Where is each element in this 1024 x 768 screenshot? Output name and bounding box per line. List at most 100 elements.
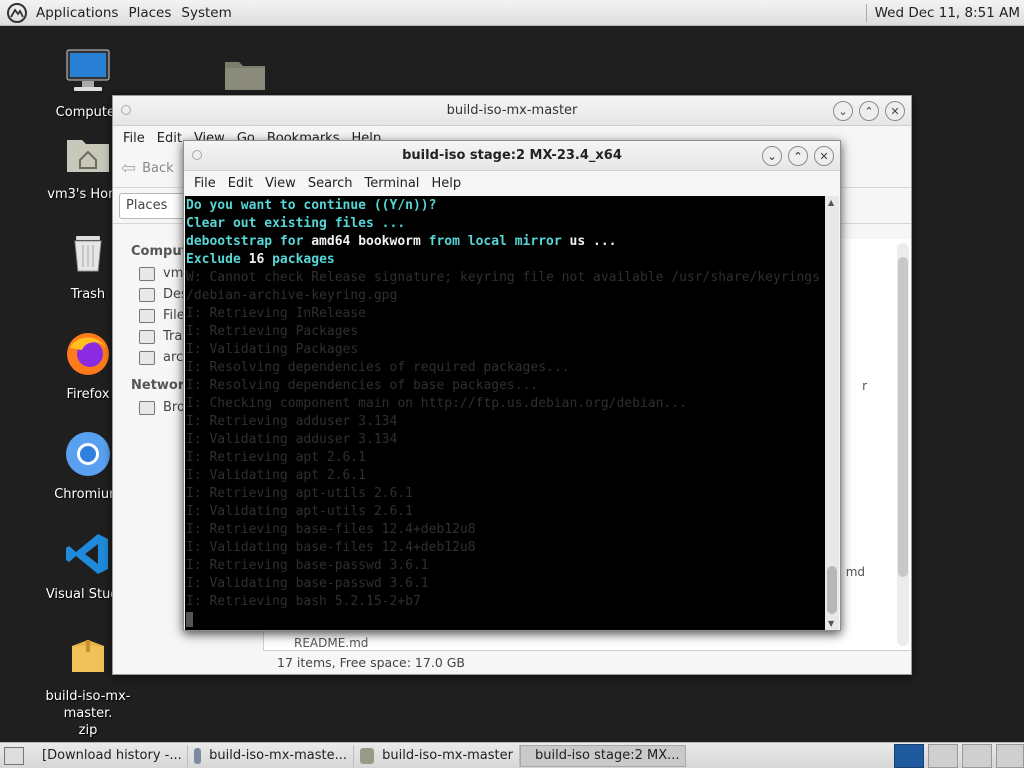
terminal-cursor xyxy=(186,612,193,627)
scrollbar-thumb[interactable] xyxy=(827,566,837,614)
file-manager-icon xyxy=(194,747,202,764)
terminal-prompt-line xyxy=(185,611,826,629)
maximize-button[interactable]: ⌃ xyxy=(788,146,808,166)
terminal-output[interactable]: Do you want to continue ((Y/n))? Clear o… xyxy=(185,196,826,630)
filesystem-icon xyxy=(139,308,155,323)
terminal-line: I: Retrieving bash 5.2.15-2+b7 xyxy=(186,594,421,609)
menu-terminal[interactable]: Terminal xyxy=(358,176,425,191)
terminal-scrollbar[interactable]: ▲ ▼ xyxy=(825,196,839,630)
terminal-line: I: Validating adduser 3.134 xyxy=(186,432,398,447)
terminal-line: I: Validating base-passwd 3.6.1 xyxy=(186,576,429,591)
mx-logo-icon[interactable] xyxy=(6,2,28,24)
sidebar-item-label: File xyxy=(163,308,185,323)
terminal-line: I: Checking component main on http://ftp… xyxy=(186,396,687,411)
sidebar-item-label: Tra xyxy=(163,329,183,344)
menu-help[interactable]: Help xyxy=(425,176,467,191)
terminal-text-segment: 16 xyxy=(248,252,273,267)
menu-edit[interactable]: Edit xyxy=(222,176,259,191)
minimize-button[interactable]: ⌄ xyxy=(833,101,853,121)
terminal-text-segment: amd64 bookworm xyxy=(311,234,429,249)
status-bar: 17 items, Free space: 17.0 GB xyxy=(263,650,911,674)
terminal-menubar: File Edit View Search Terminal Help xyxy=(184,171,840,195)
task-download-history[interactable]: [Download history -... xyxy=(28,744,188,767)
sidebar-item-label: arc xyxy=(163,350,184,365)
close-icon: ✕ xyxy=(819,149,829,163)
scrollbar-thumb[interactable] xyxy=(898,257,908,577)
workspace-3[interactable] xyxy=(962,744,992,768)
task-label: build-iso-mx-maste... xyxy=(209,748,347,763)
terminal-line: Exclude 16 packages xyxy=(185,251,826,269)
scroll-down-icon[interactable]: ▼ xyxy=(828,619,834,628)
terminal-line: I: Retrieving base-files 12.4+deb12u8 xyxy=(186,522,476,537)
close-icon: ✕ xyxy=(890,104,900,118)
firefox-icon xyxy=(67,333,109,375)
terminal-line: Clear out existing files ... xyxy=(186,216,406,231)
terminal-text-segment: us ... xyxy=(569,234,617,249)
network-icon xyxy=(139,400,155,415)
close-button[interactable]: ✕ xyxy=(885,101,905,121)
task-build-iso-browser[interactable]: build-iso-mx-maste... xyxy=(188,744,354,767)
task-label: [Download history -... xyxy=(42,748,182,763)
partial-file-label: md xyxy=(845,565,865,579)
terminal-line: I: Validating base-files 12.4+deb12u8 xyxy=(186,540,476,555)
menu-file[interactable]: File xyxy=(188,176,222,191)
workspace-1[interactable] xyxy=(894,744,924,768)
archive-icon xyxy=(72,640,104,672)
desktop-icon-label: build-iso-mx-master. zip xyxy=(45,689,131,738)
folder-icon xyxy=(360,747,375,764)
window-menu-icon[interactable] xyxy=(192,150,202,160)
chevron-up-icon: ⌃ xyxy=(864,104,874,118)
menu-search[interactable]: Search xyxy=(302,176,359,191)
terminal-line: I: Validating apt 2.6.1 xyxy=(186,468,367,483)
terminal-window[interactable]: build-iso stage:2 MX-23.4_x64 ⌄ ⌃ ✕ File… xyxy=(183,140,841,631)
home-folder-icon xyxy=(67,140,109,172)
terminal-line: Do you want to continue ((Y/n))? xyxy=(186,198,445,213)
terminal-titlebar[interactable]: build-iso stage:2 MX-23.4_x64 ⌄ ⌃ ✕ xyxy=(184,141,840,171)
terminal-line: W: Cannot check Release signature; keyri… xyxy=(186,270,820,285)
drive-icon xyxy=(139,350,155,365)
window-title: build-iso stage:2 MX-23.4_x64 xyxy=(402,148,622,163)
terminal-line: I: Validating apt-utils 2.6.1 xyxy=(186,504,413,519)
partial-file-label: README.md xyxy=(294,636,369,650)
computer-icon xyxy=(66,49,110,91)
chevron-down-icon: ⌄ xyxy=(838,104,848,118)
clock[interactable]: Wed Dec 11, 8:51 AM xyxy=(875,5,1024,21)
places-menu[interactable]: Places xyxy=(123,5,176,21)
terminal-line: I: Retrieving apt-utils 2.6.1 xyxy=(186,486,413,501)
terminal-text-segment: packages xyxy=(272,252,335,267)
terminal-line: I: Resolving dependencies of base packag… xyxy=(186,378,539,393)
file-view-scrollbar[interactable] xyxy=(897,243,909,646)
task-build-iso-folder[interactable]: build-iso-mx-master xyxy=(354,744,520,767)
show-desktop-button[interactable] xyxy=(4,746,24,765)
taskbar: [Download history -... build-iso-mx-mast… xyxy=(0,742,1024,768)
applications-menu[interactable]: Applications xyxy=(31,5,123,21)
maximize-button[interactable]: ⌃ xyxy=(859,101,879,121)
file-manager-titlebar[interactable]: build-iso-mx-master ⌄ ⌃ ✕ xyxy=(113,96,911,126)
terminal-line: I: Retrieving apt 2.6.1 xyxy=(186,450,367,465)
terminal-text-segment: Exclude xyxy=(186,252,249,267)
terminal-line: I: Retrieving Packages xyxy=(186,324,359,339)
scroll-up-icon[interactable]: ▲ xyxy=(828,198,834,207)
close-button[interactable]: ✕ xyxy=(814,146,834,166)
trash-icon xyxy=(139,329,155,344)
terminal-line: I: Retrieving InRelease xyxy=(186,306,367,321)
back-arrow-icon: ⇦ xyxy=(121,158,137,179)
home-icon xyxy=(139,266,155,281)
chevron-down-icon: ⌄ xyxy=(767,149,777,163)
terminal-line: debootstrap for amd64 bookworm from loca… xyxy=(185,233,826,251)
panel-separator xyxy=(865,3,867,22)
system-menu[interactable]: System xyxy=(176,5,236,21)
minimize-button[interactable]: ⌄ xyxy=(762,146,782,166)
workspace-4[interactable] xyxy=(996,744,1024,768)
menu-file[interactable]: File xyxy=(117,131,151,146)
back-button[interactable]: ⇦ Back xyxy=(121,158,174,179)
window-menu-icon[interactable] xyxy=(121,105,131,115)
sidebar-item-label: Bro xyxy=(163,400,185,415)
task-terminal[interactable]: build-iso stage:2 MX... xyxy=(520,744,686,767)
terminal-line: I: Resolving dependencies of required pa… xyxy=(186,360,570,375)
terminal-line: I: Retrieving adduser 3.134 xyxy=(186,414,398,429)
menu-view[interactable]: View xyxy=(259,176,302,191)
workspace-2[interactable] xyxy=(928,744,958,768)
chromium-icon xyxy=(66,432,110,476)
window-title: build-iso-mx-master xyxy=(446,103,578,118)
